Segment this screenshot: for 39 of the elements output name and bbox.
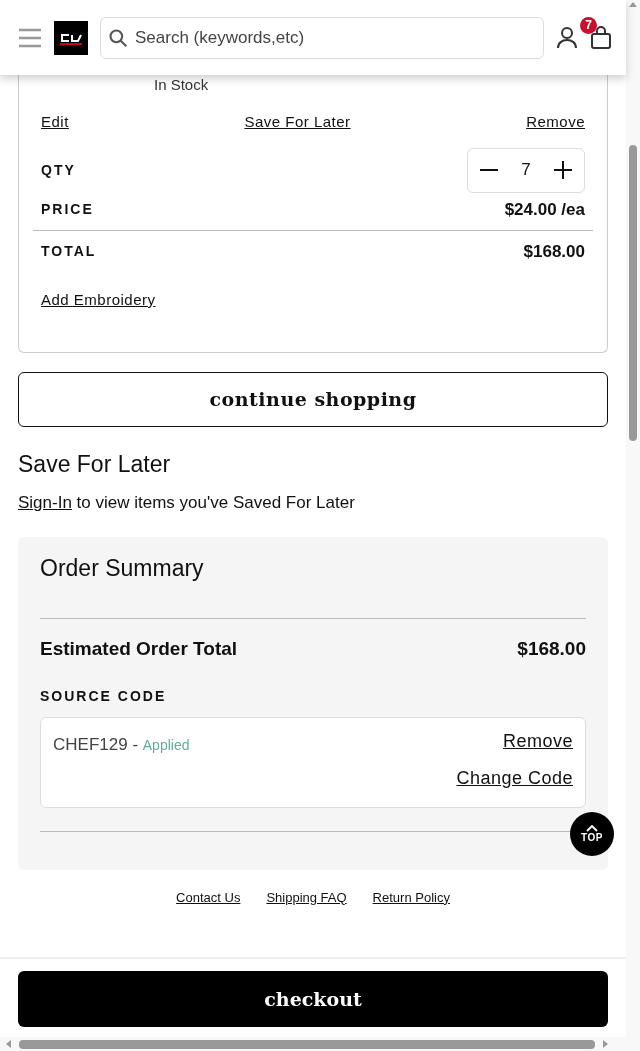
search-field[interactable]: Search (keywords,etc) — [100, 16, 544, 59]
price-label: PRICE — [41, 199, 94, 219]
cart-count-badge: 7 — [580, 16, 597, 34]
stock-status: In Stock — [154, 77, 210, 93]
shopping-bag-icon[interactable] — [590, 25, 612, 50]
logo-icon[interactable] — [54, 20, 88, 55]
vertical-scrollbar[interactable] — [626, 0, 640, 1037]
source-code-label: SOURCE CODE — [40, 686, 168, 706]
quantity-value: 7 — [521, 159, 531, 182]
checkout-button[interactable]: checkout — [18, 971, 608, 1027]
back-to-top-button[interactable]: TOP — [570, 811, 614, 856]
sign-in-link[interactable]: Sign-In — [18, 492, 72, 512]
estimated-total-label: Estimated Order Total — [40, 637, 238, 661]
change-code-link[interactable]: Change Code — [456, 764, 573, 792]
plus-icon[interactable] — [554, 161, 573, 179]
estimated-total-value: $168.00 — [517, 637, 586, 661]
order-summary-heading: Order Summary — [40, 554, 205, 583]
total-value: $168.00 — [523, 241, 585, 263]
footer-link[interactable]: Shipping FAQ — [266, 887, 347, 907]
continue-shopping-button[interactable]: continue shopping — [18, 371, 608, 427]
qty-label: QTY — [41, 160, 76, 180]
menu-icon[interactable] — [18, 27, 42, 48]
caret-up-icon — [586, 824, 598, 832]
price-value: $24.00 /ea — [504, 198, 585, 221]
applied-code: CHEF129 - Applied — [53, 733, 190, 756]
sign-in-message: Sign-In to view items you've Saved For Later — [18, 491, 356, 514]
account-icon[interactable] — [556, 25, 578, 50]
quantity-stepper[interactable]: 7 — [467, 147, 585, 193]
add-embroidery-link[interactable]: Add Embroidery — [41, 288, 156, 311]
search-icon — [108, 27, 128, 48]
footer-link[interactable]: Contact Us — [176, 887, 241, 907]
footer-link[interactable]: Return Policy — [372, 887, 450, 907]
item-action-link[interactable]: Save For Later — [244, 111, 351, 134]
save-for-later-heading: Save For Later — [18, 449, 172, 479]
total-label: TOTAL — [41, 242, 97, 262]
horizontal-scrollbar[interactable] — [0, 1037, 640, 1051]
remove-code-link[interactable]: Remove — [502, 727, 573, 755]
item-action-link[interactable]: Remove — [526, 111, 585, 134]
item-action-link[interactable]: Edit — [41, 111, 69, 134]
